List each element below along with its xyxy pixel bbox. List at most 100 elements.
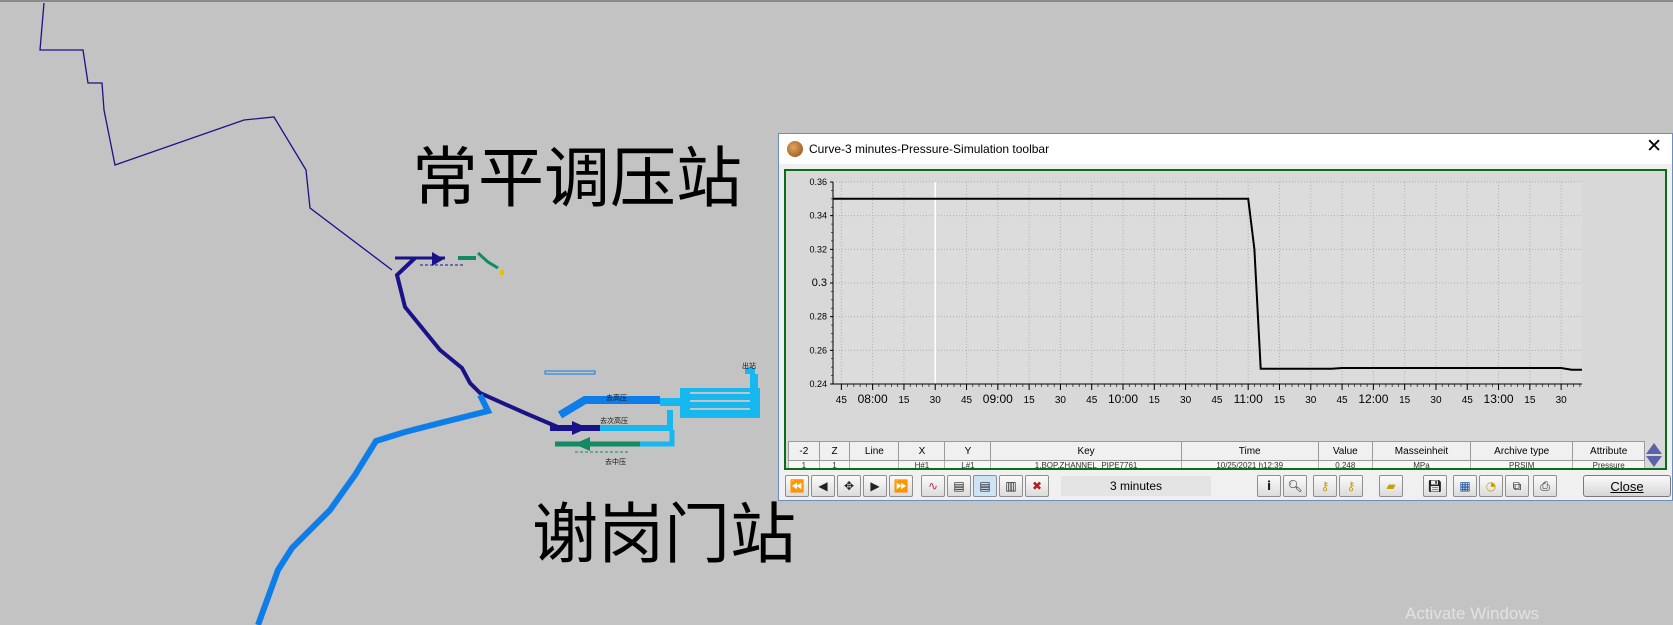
cell-key: 1.BOP.ZHANNEL_PIPE7761	[990, 460, 1182, 468]
clock-button[interactable]: ◔	[1479, 475, 1503, 497]
col-header-time[interactable]: Time	[1180, 441, 1319, 461]
curve-window[interactable]: Curve-3 minutes-Pressure-Simulation tool…	[778, 133, 1673, 501]
print-icon: ⎙	[1540, 478, 1550, 493]
x-tick-label: 30	[1180, 395, 1192, 406]
rewind-fast-button[interactable]: ⏪	[785, 475, 809, 497]
cell-value: 0.248	[1317, 460, 1373, 468]
rewind-fast-icon: ⏪	[789, 479, 805, 493]
x-tick-label: 15	[1274, 395, 1286, 406]
map-label-sub-high-pressure: 去次高压	[600, 417, 628, 425]
col-header-unit[interactable]: Masseinheit	[1371, 441, 1472, 461]
curve-style-button[interactable]: ∿	[921, 475, 945, 497]
cell-time: 10/25/2021 h12:39	[1180, 460, 1319, 468]
y-tick-label: 0.32	[809, 244, 827, 254]
map-label-outlet: 出站	[742, 362, 756, 370]
comment-down-button[interactable]: ▥	[999, 475, 1023, 497]
window-titlebar[interactable]: Curve-3 minutes-Pressure-Simulation tool…	[779, 134, 1672, 164]
table-icon: ▦	[1459, 479, 1471, 493]
open-folder-button[interactable]: ▰	[1379, 475, 1403, 497]
main-pipeline-blue	[255, 393, 493, 625]
move-icon: ✥	[843, 479, 855, 493]
cell-x: H#1	[898, 460, 946, 468]
x-tick-label: 45	[1337, 395, 1349, 406]
x-tick-label: 11:00	[1234, 392, 1263, 406]
y-tick-label: 0.28	[809, 312, 827, 322]
interval-display[interactable]: 3 minutes	[1061, 476, 1211, 496]
chart-panel[interactable]: 0.36 0.34 0.32 0.3 0.28 0.26 0.24 45 08:00 15 30 4…	[784, 169, 1667, 470]
table-view-button[interactable]: ▦	[1453, 475, 1477, 497]
y-tick-label: 0.36	[809, 177, 827, 187]
save-icon: 💾︎	[1427, 479, 1443, 493]
pressure-chart[interactable]: 0.360.340.320.30.280.260.24 45 08:00 15 30 4…	[786, 171, 1665, 468]
table-header-row: -2 Z Line X Y Key Time Value Masseinheit…	[788, 441, 1645, 461]
x-tick-label: 09:00	[983, 392, 1013, 406]
x-tick-label: 15	[898, 395, 910, 406]
x-tick-label: 15	[1024, 395, 1036, 406]
step-back-icon: ◀	[818, 479, 828, 493]
curve-table[interactable]: -2 Z Line X Y Key Time Value Masseinheit…	[788, 441, 1645, 468]
key-add-icon: ⚷	[1320, 479, 1330, 493]
wave-icon: ∿	[927, 479, 939, 493]
comment-button[interactable]: ▤	[947, 475, 971, 497]
simulation-toolbar: ⏪ ◀ ✥ ▶ ⏩ ∿ ▤ ▤ ▥ ✖ 3 minutes i 🔍︎ ⚷ ⚷ ▰…	[783, 473, 1671, 499]
step-forward-button[interactable]: ▶	[863, 475, 887, 497]
cell-attribute: Pressure	[1572, 460, 1645, 468]
print-button[interactable]: ⎙	[1533, 475, 1557, 497]
app-icon	[787, 141, 803, 157]
map-label-medium-pressure: 去中压	[605, 458, 626, 466]
x-tick-label: 30	[1305, 395, 1317, 406]
zoom-in-button[interactable]: 🔍︎	[1283, 475, 1307, 497]
x-tick-label: 15	[1149, 395, 1161, 406]
table-row[interactable]: 1 1 H#1 L#1 1.BOP.ZHANNEL_PIPE7761 10/25…	[788, 460, 1645, 468]
col-header-line[interactable]: Line	[849, 441, 900, 461]
main-pipeline-navy	[394, 256, 561, 430]
col-header-x[interactable]: X	[898, 441, 946, 461]
pan-button[interactable]: ✥	[837, 475, 861, 497]
step-back-button[interactable]: ◀	[811, 475, 835, 497]
col-header-archive-type[interactable]: Archive type	[1470, 441, 1574, 461]
table-scroll-spinner[interactable]	[1645, 441, 1663, 469]
x-axis: 45 08:00 15 30 45 09:00 15 30 45 10:00 15 30 45 11:00…	[833, 383, 1582, 406]
comment-active-icon: ▤	[979, 479, 991, 493]
y-axis: 0.36 0.34 0.32 0.3 0.28 0.26 0.24	[809, 177, 834, 389]
col-header-attribute[interactable]: Attribute	[1572, 441, 1645, 461]
col-header-value[interactable]: Value	[1317, 441, 1373, 461]
comment-delete-icon: ✖	[1031, 479, 1043, 493]
y-tick-label: 0.34	[809, 211, 827, 221]
station-label-xiegangmen: 谢岗门站	[532, 496, 796, 573]
save-button[interactable]: 💾︎	[1423, 475, 1447, 497]
x-tick-label: 45	[1211, 395, 1223, 406]
key-button[interactable]: ⚷	[1339, 475, 1363, 497]
map-label-high-pressure: 去高压	[606, 394, 627, 402]
key-add-button[interactable]: ⚷	[1313, 475, 1337, 497]
x-tick-label: 13:00	[1484, 392, 1514, 406]
close-button[interactable]: Close	[1583, 475, 1671, 497]
info-button[interactable]: i	[1257, 475, 1281, 497]
info-icon: i	[1266, 479, 1272, 493]
cell-unit: MPa	[1371, 460, 1472, 468]
y-tick-label: 0.26	[809, 345, 827, 355]
station-xiegangmen-schematic[interactable]	[544, 368, 760, 453]
comment-delete-button[interactable]: ✖	[1025, 475, 1049, 497]
comment-icon: ▤	[953, 479, 965, 493]
properties-button[interactable]: ⧉	[1505, 475, 1529, 497]
y-tick-label: 0.24	[809, 379, 827, 389]
col-header-z[interactable]: Z	[818, 441, 851, 461]
x-tick-label: 08:00	[858, 392, 888, 406]
properties-icon: ⧉	[1512, 478, 1522, 493]
x-tick-label: 30	[1430, 395, 1442, 406]
col-header-y[interactable]: Y	[944, 441, 992, 461]
forward-fast-button[interactable]: ⏩	[889, 475, 913, 497]
forward-fast-icon: ⏩	[893, 479, 909, 493]
cell-z: 1	[818, 460, 851, 468]
window-close-icon[interactable]: ✕	[1646, 137, 1662, 156]
chart-grid	[833, 181, 1582, 385]
comment-active-button[interactable]: ▤	[973, 475, 997, 497]
clock-icon: ◔	[1485, 479, 1497, 493]
cell-y: L#1	[944, 460, 992, 468]
x-tick-label: 15	[1524, 395, 1536, 406]
col-header-key[interactable]: Key	[990, 441, 1182, 461]
cell-archive-type: PRSIM	[1470, 460, 1574, 468]
col-header-minus2[interactable]: -2	[788, 441, 820, 461]
cell-minus2: 1	[788, 460, 820, 468]
